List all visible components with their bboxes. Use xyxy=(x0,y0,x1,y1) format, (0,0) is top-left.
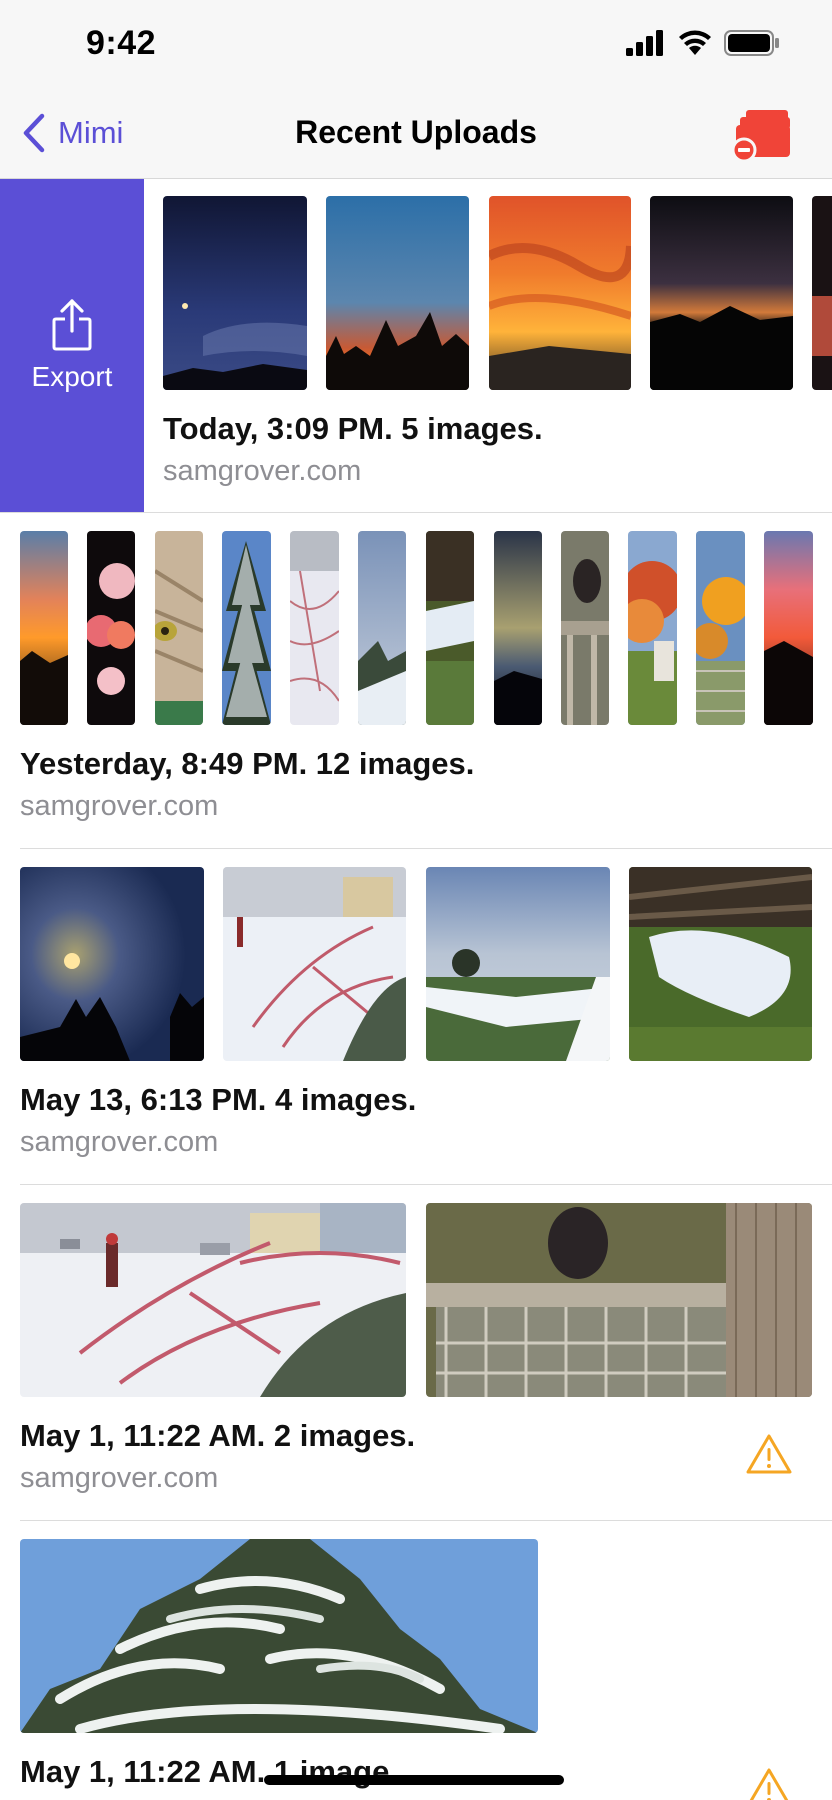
export-button[interactable]: Export xyxy=(0,179,144,512)
photo-thumbnail[interactable] xyxy=(764,531,813,725)
photo-thumbnail[interactable] xyxy=(489,196,631,390)
group-site: samgrover.com xyxy=(20,790,219,822)
cellular-signal-icon xyxy=(626,30,663,56)
uploads-list[interactable]: Export Today, 3:09 PM. 5 images. samgrov… xyxy=(0,179,832,1800)
stack-remove-icon[interactable] xyxy=(730,108,792,162)
photo-thumbnail[interactable] xyxy=(494,531,542,725)
page-title: Recent Uploads xyxy=(295,114,537,150)
group-title: May 13, 6:13 PM. 4 images. xyxy=(20,1082,417,1117)
share-icon xyxy=(52,298,92,350)
photo-thumbnail[interactable] xyxy=(628,531,677,725)
photo-thumbnail[interactable] xyxy=(223,867,406,1061)
photo-thumbnail[interactable] xyxy=(20,1203,406,1397)
photo-thumbnail[interactable] xyxy=(222,531,271,725)
photo-thumbnail[interactable] xyxy=(561,531,609,725)
upload-group[interactable]: Export Today, 3:09 PM. 5 images. samgrov… xyxy=(0,179,832,513)
photo-thumbnail[interactable] xyxy=(20,531,68,725)
group-title: Today, 3:09 PM. 5 images. xyxy=(163,411,543,446)
status-bar: 9:42 xyxy=(0,0,832,88)
status-time: 9:42 xyxy=(86,24,157,62)
upload-group[interactable]: May 1, 11:22 AM. 1 image. xyxy=(0,1521,832,1800)
photo-thumbnail[interactable] xyxy=(812,196,832,390)
group-site: samgrover.com xyxy=(20,1462,219,1494)
photo-thumbnail[interactable] xyxy=(20,867,204,1061)
photo-thumbnail[interactable] xyxy=(426,531,474,725)
photo-thumbnail[interactable] xyxy=(426,1203,812,1397)
export-label: Export xyxy=(31,360,113,392)
home-indicator[interactable] xyxy=(264,1775,564,1785)
group-title: May 1, 11:22 AM. 2 images. xyxy=(20,1418,416,1453)
upload-group[interactable]: May 13, 6:13 PM. 4 images. samgrover.com xyxy=(0,849,832,1185)
group-title: Yesterday, 8:49 PM. 12 images. xyxy=(20,746,475,781)
photo-thumbnail[interactable] xyxy=(326,196,469,390)
photo-thumbnail[interactable] xyxy=(650,196,793,390)
photo-thumbnail[interactable] xyxy=(20,1539,538,1733)
photo-thumbnail[interactable] xyxy=(155,531,203,725)
group-site: samgrover.com xyxy=(20,1126,219,1158)
photo-thumbnail[interactable] xyxy=(87,531,135,725)
upload-group[interactable]: May 1, 11:22 AM. 2 images. samgrover.com xyxy=(0,1185,832,1521)
photo-thumbnail[interactable] xyxy=(696,531,745,725)
warning-icon[interactable] xyxy=(746,1433,792,1475)
photo-thumbnail[interactable] xyxy=(358,531,406,725)
photo-thumbnail[interactable] xyxy=(426,867,610,1061)
group-site: samgrover.com xyxy=(163,455,362,487)
status-icons xyxy=(626,30,780,56)
navigation-bar: Mimi Recent Uploads xyxy=(0,88,832,179)
photo-thumbnail[interactable] xyxy=(290,531,339,725)
photo-thumbnail[interactable] xyxy=(163,196,307,390)
upload-group[interactable]: Yesterday, 8:49 PM. 12 images. samgrover… xyxy=(0,513,832,849)
battery-icon xyxy=(724,30,779,56)
wifi-icon xyxy=(679,30,711,55)
photo-thumbnail[interactable] xyxy=(629,867,812,1061)
warning-icon[interactable] xyxy=(746,1767,792,1800)
